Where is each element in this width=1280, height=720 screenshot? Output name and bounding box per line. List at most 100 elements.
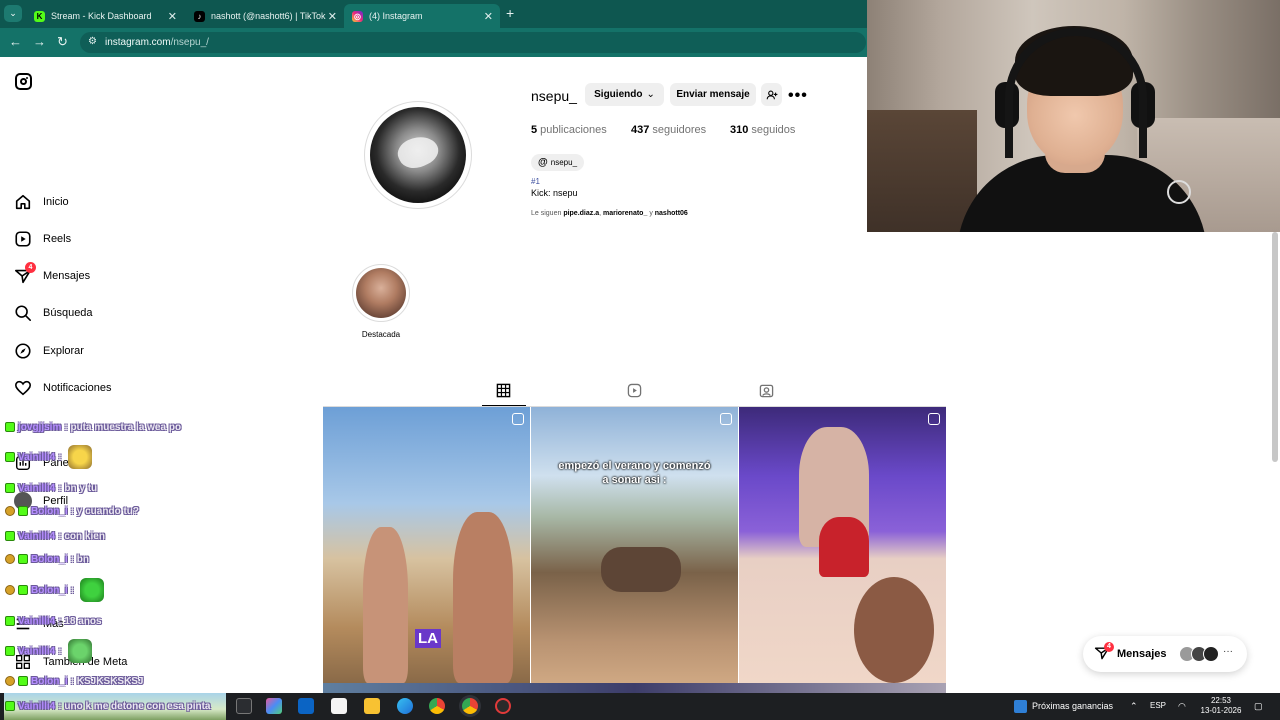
bio-hashtag[interactable]: #1 <box>531 177 540 186</box>
file-explorer-icon[interactable] <box>364 698 380 714</box>
sidebar-item-mensajes[interactable]: 4 Mensajes <box>14 262 90 287</box>
chevron-down-icon: ⌄ <box>646 89 655 100</box>
back-arrow-icon[interactable]: ← <box>9 35 22 49</box>
post-thumbnail[interactable]: LA <box>323 407 530 683</box>
tab-title: nashott (@nashott6) | TikTok <box>211 11 326 21</box>
post-caption-line: empezó el verano y comenzó <box>558 460 711 472</box>
site-info-icon[interactable]: ⚙ <box>88 36 97 47</box>
chat-text: : puta muestra la wea po <box>64 421 182 433</box>
chat-username: Bolon_i <box>31 675 68 687</box>
reel-indicator-icon <box>720 413 732 425</box>
kick-badge-icon <box>18 676 28 686</box>
news-icon[interactable] <box>1014 700 1027 713</box>
reload-icon[interactable]: ↻ <box>57 35 68 49</box>
reels-icon <box>15 231 31 247</box>
edge-icon[interactable] <box>397 698 413 714</box>
followers-stat[interactable]: 437 seguidores <box>631 124 706 136</box>
address-bar[interactable]: ⚙ instagram.com/nsepu_/ <box>80 32 866 53</box>
headset-band <box>1005 28 1147 158</box>
tab-posts[interactable] <box>496 383 511 403</box>
chat-text: : <box>58 451 62 463</box>
chat-message: Vainilli4: bn y tu <box>5 480 97 496</box>
close-icon[interactable]: ✕ <box>328 10 337 23</box>
sidebar-item-label: Búsqueda <box>43 307 93 319</box>
sidebar-item-label: Reels <box>43 233 72 245</box>
kick-badge-icon <box>5 701 15 711</box>
chat-text: : con kien <box>58 530 105 542</box>
reel-indicator-icon <box>512 413 524 425</box>
threads-link[interactable]: @ nsepu_ <box>531 154 585 171</box>
url-text[interactable]: instagram.com/nsepu_/ <box>105 37 209 48</box>
gold-badge-icon <box>5 506 15 516</box>
wifi-icon[interactable]: ◠ <box>1178 701 1186 712</box>
post-figure <box>453 512 513 683</box>
kick-badge-icon <box>5 616 15 626</box>
chat-message: Bolon_i: y cuando tu? <box>5 503 139 519</box>
kick-badge-icon <box>5 531 15 541</box>
tab-tagged[interactable] <box>759 383 774 403</box>
language-indicator[interactable]: ESP <box>1150 701 1166 710</box>
sidebar-item-notificaciones[interactable]: Notificaciones <box>14 377 111 399</box>
task-view-icon[interactable] <box>236 698 252 714</box>
following-button[interactable]: Siguiendo ⌄ <box>585 83 664 106</box>
search-icon <box>15 305 32 322</box>
profile-photo <box>370 107 466 203</box>
heart-icon <box>14 380 32 396</box>
outlook-icon[interactable] <box>298 698 314 714</box>
kick-badge-icon <box>5 422 15 432</box>
tab-search-button[interactable]: ⌄ <box>4 5 22 22</box>
news-widget-text[interactable]: Próximas ganancias <box>1032 701 1113 711</box>
chat-username: Bolon_i <box>31 584 68 596</box>
tab-instagram[interactable]: ◎ (4) Instagram ✕ <box>344 4 500 28</box>
sidebar-item-inicio[interactable]: Inicio <box>14 191 69 213</box>
suggest-user-button[interactable] <box>761 83 782 106</box>
followed-by-text[interactable]: Le siguen pipe.diaz.a, mariorenato_ y na… <box>531 210 688 217</box>
chat-text: : KSJKSKSKSJ <box>70 675 144 687</box>
browser-toolbar: ← → ↻ ⚙ instagram.com/nsepu_/ <box>0 28 868 57</box>
post-thumbnail[interactable]: empezó el verano y comenzó a sonar asi : <box>531 407 738 683</box>
pikachu-emote-icon <box>67 445 92 469</box>
story-highlight[interactable] <box>352 264 410 322</box>
green-face-emote-icon <box>67 639 92 663</box>
chat-username: Vainilli4 <box>18 615 56 627</box>
chrome-active-icon[interactable] <box>462 698 478 714</box>
close-icon[interactable]: ✕ <box>168 10 177 23</box>
chrome-icon[interactable] <box>429 698 445 714</box>
forward-arrow-icon[interactable]: → <box>33 35 46 49</box>
obs-icon[interactable] <box>495 698 511 714</box>
highlight-label: Destacada <box>361 330 401 339</box>
chat-text: : y cuando tu? <box>70 505 140 517</box>
chevron-up-icon[interactable]: ⌃ <box>1130 701 1138 712</box>
active-tab-indicator <box>482 405 526 406</box>
profile-avatar[interactable] <box>364 101 472 209</box>
chat-message: Vainilli4: <box>5 639 92 663</box>
sidebar-item-explorar[interactable]: Explorar <box>14 340 84 362</box>
chat-username: Vainilli4 <box>18 700 56 712</box>
tab-reels[interactable] <box>627 383 642 403</box>
tab-tiktok[interactable]: ♪ nashott (@nashott6) | TikTok ✕ <box>186 4 344 28</box>
sidebar-item-label: Explorar <box>43 345 84 357</box>
close-icon[interactable]: ✕ <box>484 10 493 23</box>
copilot-icon[interactable] <box>266 698 282 714</box>
background-shelf <box>867 110 977 232</box>
reel-indicator-icon <box>928 413 940 425</box>
tab-kick-dashboard[interactable]: K Stream - Kick Dashboard ✕ <box>26 4 184 28</box>
notifications-icon[interactable]: ▢ <box>1254 701 1263 712</box>
instagram-logo-icon[interactable] <box>15 73 32 90</box>
kick-badge-icon <box>5 452 15 462</box>
new-tab-button[interactable]: + <box>506 5 514 21</box>
chat-username: Vainilli4 <box>18 482 56 494</box>
store-icon[interactable] <box>331 698 347 714</box>
chat-text: : bn <box>70 553 89 565</box>
sidebar-item-reels[interactable]: Reels <box>14 228 71 250</box>
send-message-button[interactable]: Enviar mensaje <box>670 83 756 106</box>
clock[interactable]: 22:53 13-01-2026 <box>1200 696 1242 716</box>
sidebar-item-busqueda[interactable]: Búsqueda <box>14 302 93 324</box>
scrollbar[interactable] <box>1272 232 1278 462</box>
more-options-icon[interactable]: ••• <box>788 87 808 105</box>
following-stat[interactable]: 310 seguidos <box>730 124 795 136</box>
chat-text: : 18 anos <box>58 615 102 627</box>
messages-icon: 4 <box>14 262 36 285</box>
messages-float-button[interactable]: 4 Mensajes ··· <box>1083 636 1247 672</box>
post-thumbnail[interactable] <box>739 407 946 683</box>
